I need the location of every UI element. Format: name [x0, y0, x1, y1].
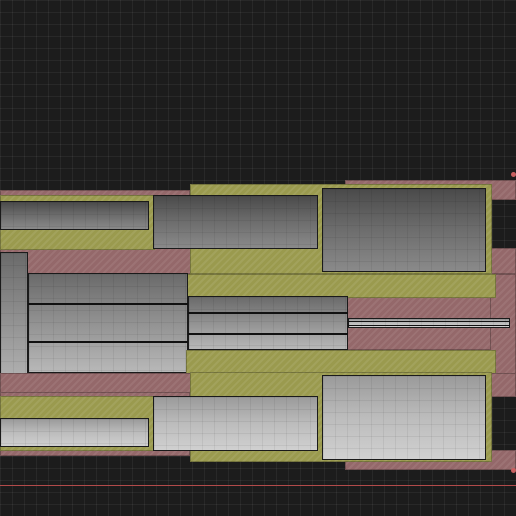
block-bottom-left[interactable] [0, 418, 149, 447]
divider-line [188, 333, 348, 335]
divider-line [28, 303, 188, 305]
block-bottom-center[interactable] [153, 396, 318, 451]
canvas-viewport[interactable] [0, 0, 516, 516]
anchor-point[interactable] [511, 172, 516, 177]
divider-line [348, 321, 510, 322]
block-top-right[interactable] [322, 188, 486, 272]
block-middle-left[interactable] [0, 252, 28, 392]
anchor-point[interactable] [511, 468, 516, 473]
block-middle-center[interactable] [28, 273, 188, 373]
baseline-guide [0, 485, 516, 486]
block-thin-bar[interactable] [348, 318, 510, 328]
block-top-center[interactable] [153, 195, 318, 249]
yellow-frame-lower [186, 350, 496, 374]
divider-line [348, 325, 510, 326]
block-top-left[interactable] [0, 201, 149, 230]
yellow-frame-middle [186, 274, 496, 298]
block-bottom-right[interactable] [322, 375, 486, 460]
divider-line [188, 312, 348, 314]
divider-line [28, 341, 188, 343]
block-middle-narrow[interactable] [188, 296, 348, 350]
